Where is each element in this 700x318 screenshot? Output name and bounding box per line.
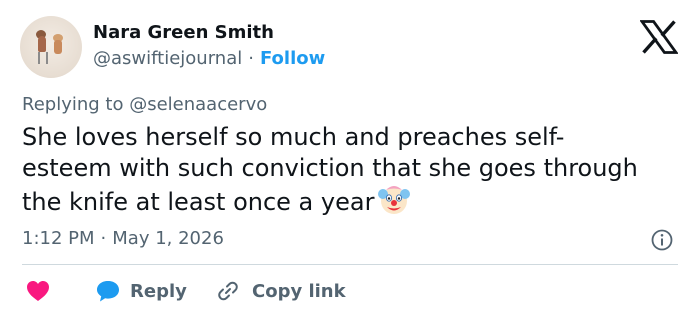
tweet-body: She loves herself so much and preaches s… (22, 123, 638, 216)
follow-button[interactable]: Follow (260, 48, 325, 69)
author-handle-line: @aswiftiejournal · Follow (93, 48, 325, 69)
reply-button[interactable]: Reply (96, 276, 187, 306)
separator-dot: · (248, 48, 254, 69)
copy-link-label: Copy link (252, 280, 346, 302)
avatar-figure-body (38, 36, 46, 52)
avatar-figure2-body (54, 40, 62, 54)
tweet-time[interactable]: 1:12 PM (22, 228, 95, 249)
tweet-date[interactable]: May 1, 2026 (112, 228, 224, 249)
tweet-text: She loves herself so much and preaches s… (22, 122, 692, 218)
tweet-meta: 1:12 PM · May 1, 2026 (22, 228, 224, 249)
avatar-figure-legs (38, 52, 48, 64)
x-logo-icon[interactable] (640, 20, 678, 54)
copy-link-button[interactable]: Copy link (216, 276, 346, 306)
author-name[interactable]: Nara Green Smith (93, 22, 274, 43)
divider (22, 264, 678, 265)
separator-dot: · (100, 228, 107, 249)
like-heart-icon[interactable] (26, 280, 50, 302)
reply-bubble-icon (97, 281, 119, 302)
reply-label: Reply (130, 280, 187, 302)
info-icon[interactable] (651, 229, 673, 251)
author-handle[interactable]: @aswiftiejournal (93, 48, 242, 69)
clown-face-icon (378, 186, 411, 214)
avatar[interactable] (20, 16, 82, 78)
replying-to[interactable]: Replying to @selenaacervo (22, 94, 267, 115)
link-icon (218, 281, 238, 301)
action-bar: Reply Copy link (22, 276, 682, 306)
